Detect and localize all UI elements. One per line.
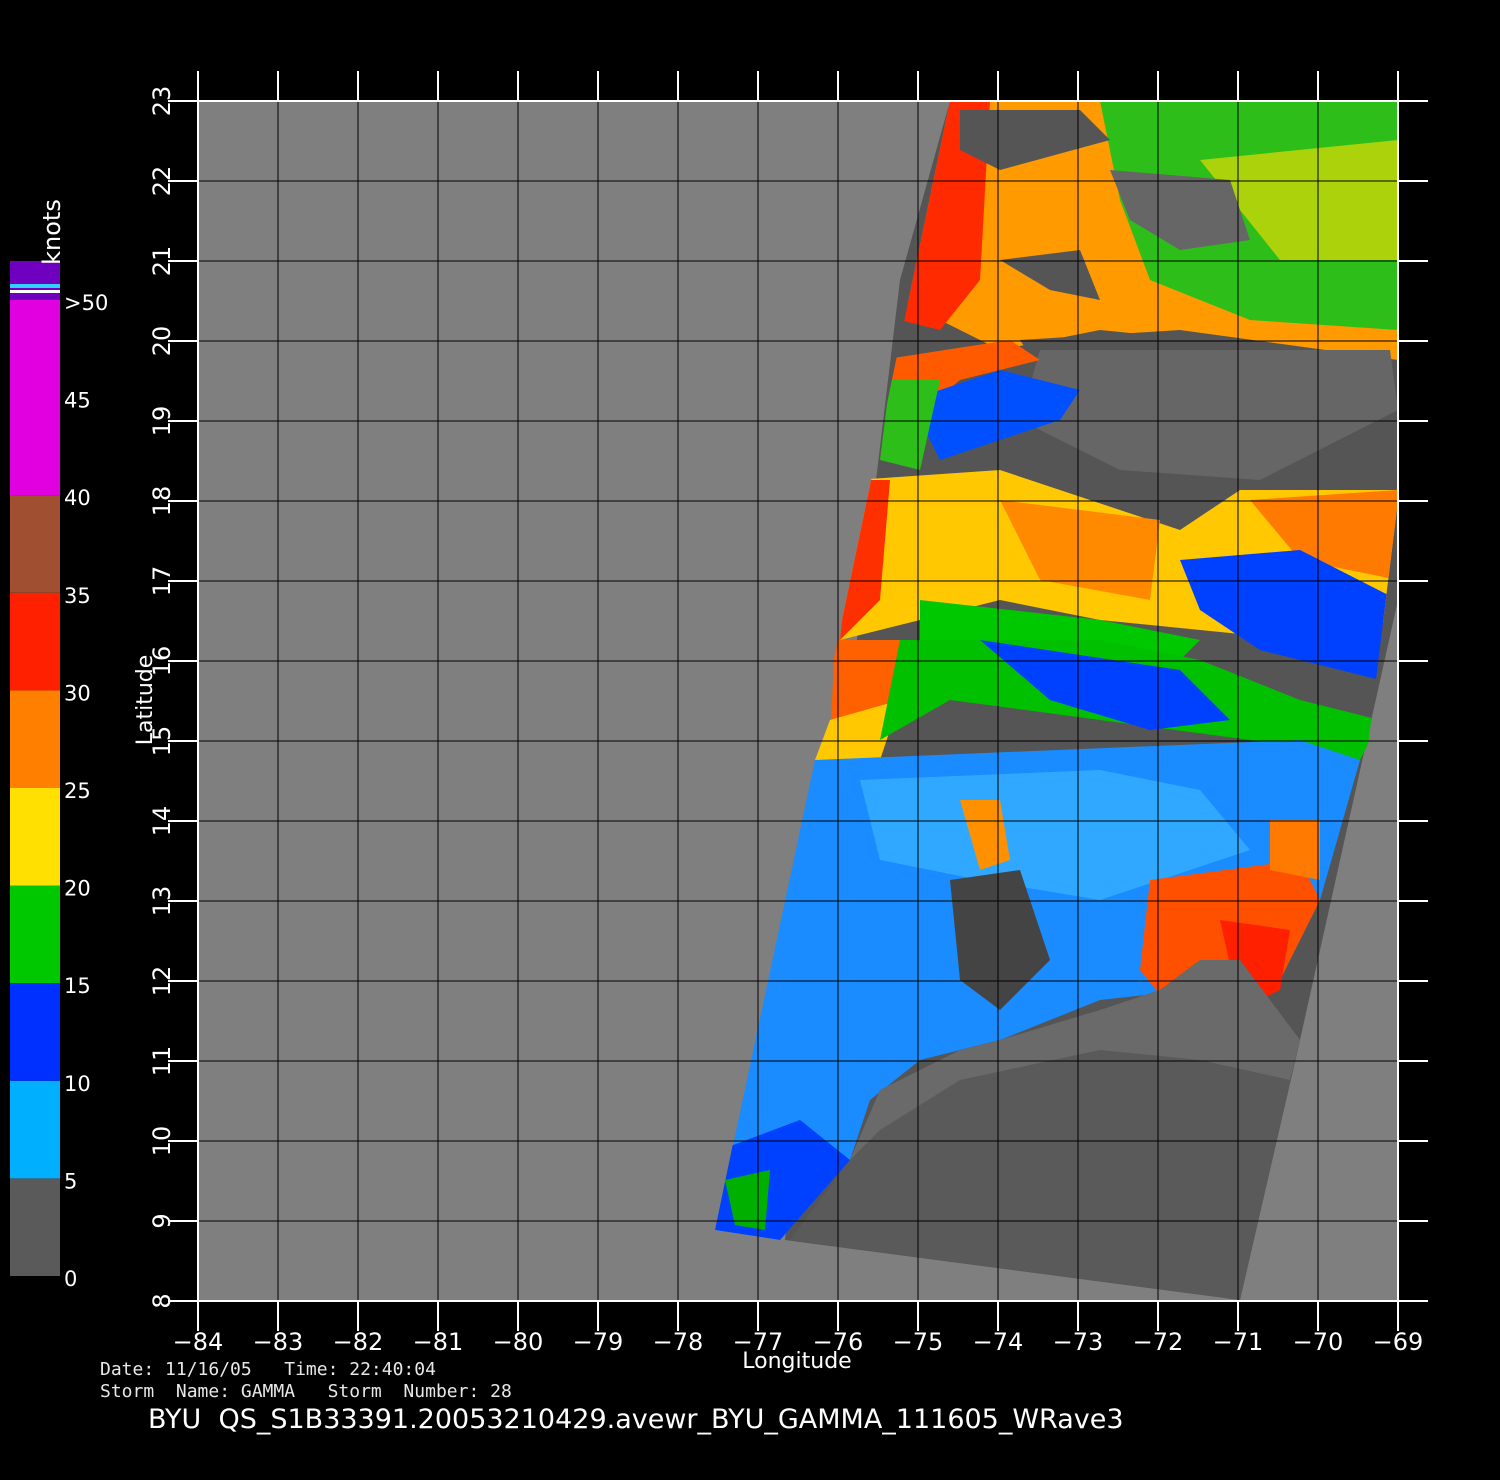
color-scale-label: >50	[64, 291, 108, 315]
lat-tick-label: 18	[148, 486, 176, 517]
lat-tick-label: 17	[148, 566, 176, 597]
lon-tick-label: −80	[493, 1328, 544, 1356]
color-scale-labels: >50 45 40 35 30 25 20 15 10 5 0	[64, 291, 108, 1291]
color-scale-label: 15	[64, 974, 91, 998]
lon-tick-label: −71	[1213, 1328, 1264, 1356]
lon-tick-label: −72	[1133, 1328, 1184, 1356]
lat-tick-label: 22	[148, 166, 176, 197]
color-band	[10, 300, 60, 496]
lon-tick-label: −79	[573, 1328, 624, 1356]
color-scale-label: 40	[64, 486, 91, 510]
color-band	[10, 495, 60, 593]
color-band-cap	[10, 284, 60, 288]
color-scale-label: 30	[64, 681, 91, 705]
lon-tick-label: −78	[653, 1328, 704, 1356]
lon-tick-label: −74	[973, 1328, 1024, 1356]
lon-tick-label: −69	[1373, 1328, 1424, 1356]
color-band	[10, 260, 60, 300]
lon-tick-label: −82	[333, 1328, 384, 1356]
lon-tick-label: −73	[1053, 1328, 1104, 1356]
color-scale-label: 5	[64, 1169, 77, 1193]
color-scale-label: 35	[64, 584, 91, 608]
color-band	[10, 885, 60, 984]
lon-tick-label: −81	[413, 1328, 464, 1356]
color-band	[10, 1080, 60, 1179]
color-scale-label: 10	[64, 1072, 91, 1096]
lat-tick-label: 20	[148, 326, 176, 357]
color-band	[10, 983, 60, 1081]
color-band	[10, 788, 60, 886]
lon-tick-label: −75	[893, 1328, 944, 1356]
lat-tick-label: 10	[148, 1126, 176, 1157]
color-scale-label: 25	[64, 779, 91, 803]
color-band	[10, 592, 60, 691]
lat-tick-label: 21	[148, 246, 176, 277]
lat-tick-label: 13	[148, 886, 176, 917]
product-filename: BYU QS_S1B33391.20053210429.avewr_BYU_GA…	[148, 1404, 1124, 1435]
wind-speed-color-scale	[10, 260, 60, 1276]
date-time-line: Date: 11/16/05 Time: 22:40:04	[100, 1359, 436, 1380]
lat-tick-label: 12	[148, 966, 176, 997]
color-scale-label: 45	[64, 389, 91, 413]
wind-map-figure: −84 −83 −82 −81 −80 −79 −78 −77 −76 −75 −74 −73 −72−…	[10, 71, 1428, 1374]
lon-tick-label: −70	[1293, 1328, 1344, 1356]
lat-tick-label: 19	[148, 406, 176, 437]
storm-info-line: Storm Name: GAMMA Storm Number: 28	[100, 1381, 512, 1402]
units-label: knots	[38, 199, 66, 265]
lat-tick-label: 23	[148, 86, 176, 117]
lat-tick-label: 8	[148, 1293, 176, 1308]
x-axis-title: Longitude	[742, 1349, 851, 1374]
lat-tick-label: 11	[148, 1046, 176, 1077]
lat-tick-label: 9	[148, 1213, 176, 1228]
lat-tick-label: 14	[148, 806, 176, 837]
color-scale-label: 0	[64, 1267, 77, 1291]
color-band	[10, 1178, 60, 1276]
color-band	[10, 690, 60, 788]
color-scale-label: 20	[64, 877, 91, 901]
color-band-cap	[10, 290, 60, 293]
y-axis-title: Latitude	[133, 655, 158, 746]
lon-tick-label: −84	[173, 1328, 224, 1356]
lon-tick-label: −83	[253, 1328, 304, 1356]
